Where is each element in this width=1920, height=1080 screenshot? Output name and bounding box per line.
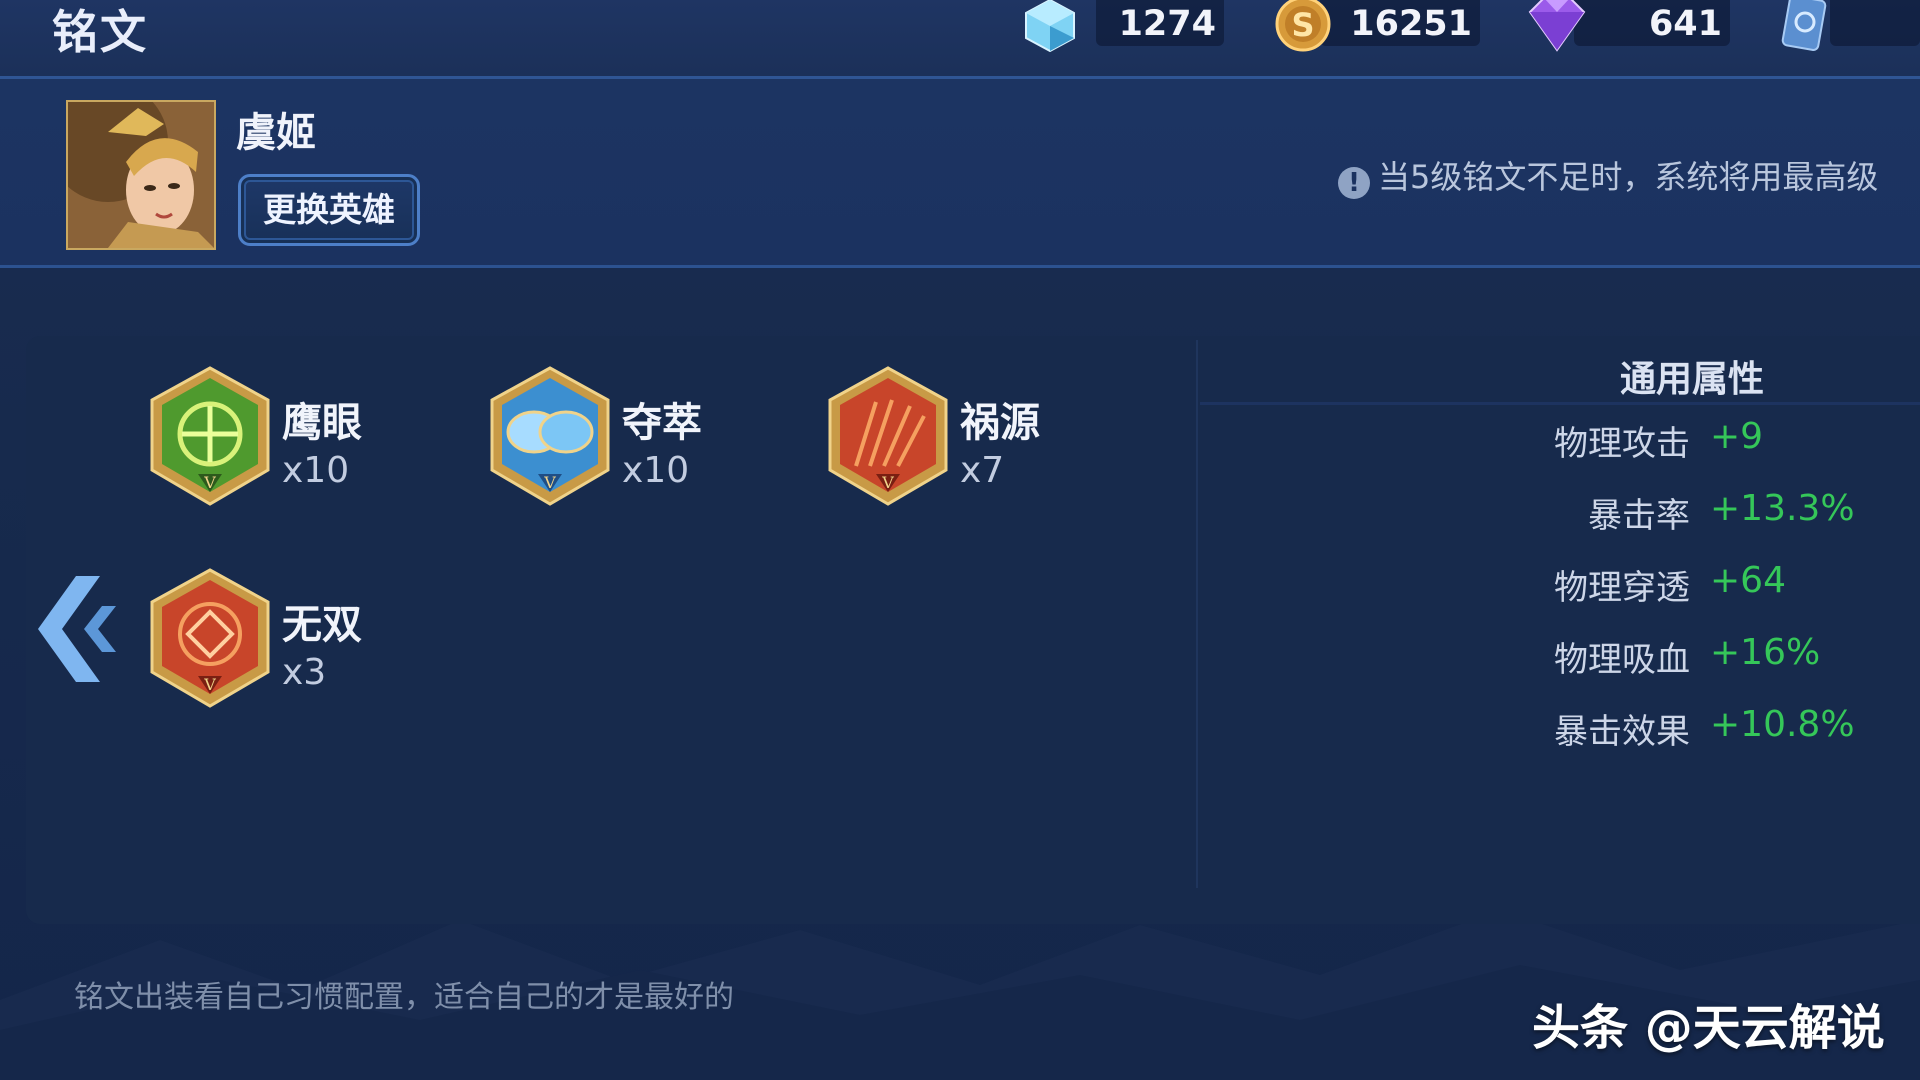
attribute-label: 暴击效果 [1554,712,1690,752]
svg-text:V: V [203,675,216,694]
attribute-value: +64 [1710,560,1786,601]
attribute-row: 物理吸血 +16% [1440,632,1920,682]
svg-text:V: V [881,473,894,492]
attribute-value: +16% [1710,632,1821,673]
rune-item[interactable]: V 无双 x3 [148,568,448,708]
change-hero-button[interactable]: 更换英雄 [238,174,420,246]
currency-crystal-value: 1274 [1118,4,1216,44]
attributes-title-divider [1200,402,1920,405]
info-icon: ! [1338,167,1370,199]
watermark: 头条 @天云解说 [1532,1000,1885,1056]
attribute-label: 物理穿透 [1554,568,1690,608]
attribute-value: +13.3% [1710,488,1855,529]
svg-text:V: V [203,473,216,492]
rune-name: 祸源 [960,400,1040,446]
rune-name: 鹰眼 [282,400,362,446]
top-bar: 铭文 1274 S 16251 641 [0,0,1920,79]
gold-coin-icon: S [1275,0,1331,52]
red-rune-icon: V [828,366,948,506]
rune-count: x10 [622,450,690,491]
currency-gold-value: 16251 [1350,4,1472,44]
rune-count: x3 [282,652,327,693]
purple-gem-icon [1528,0,1586,52]
attribute-row: 物理攻击 +9 [1440,416,1920,466]
currency-gem-value: 641 [1648,4,1722,44]
blue-rune-icon: V [490,366,610,506]
page-title: 铭文 [52,5,148,59]
rune-name: 无双 [282,602,362,648]
green-rune-icon: V [150,366,270,506]
attribute-value: +10.8% [1710,704,1855,745]
attribute-row: 物理穿透 +64 [1440,560,1920,610]
hero-avatar [66,100,216,250]
rune-count: x10 [282,450,350,491]
currency-gold: 16251 [1340,0,1476,48]
hero-name: 虞姬 [236,110,316,156]
notice-text: ! 当5级铭文不足时，系统将用最高级 [1338,152,1878,199]
rune-item[interactable]: V 祸源 x7 [826,366,1126,506]
attributes-title: 通用属性 [1620,359,1765,400]
currency-crystal: 1274 [1100,0,1220,48]
attribute-label: 物理攻击 [1554,424,1690,464]
svg-text:V: V [543,473,556,492]
currency-bg [1830,0,1920,46]
svg-text:S: S [1291,6,1314,44]
rune-count: x7 [960,450,1005,491]
red-rune-icon: V [150,568,270,708]
attribute-row: 暴击率 +13.3% [1440,488,1920,538]
panel-divider [1196,340,1198,888]
currency-gem: 641 [1590,0,1726,48]
attribute-value: +9 [1710,416,1764,457]
rune-item[interactable]: V 鹰眼 x10 [148,366,448,506]
attribute-label: 暴击率 [1588,496,1690,536]
hero-portrait [68,102,214,248]
tip-text: 铭文出装看自己习惯配置，适合自己的才是最好的 [74,980,734,1015]
ticket-card-icon [1781,0,1827,51]
rune-name: 夺萃 [622,400,702,446]
attribute-label: 物理吸血 [1554,640,1690,680]
attribute-row: 暴击效果 +10.8% [1440,704,1920,754]
notice-message: 当5级铭文不足时，系统将用最高级 [1378,158,1879,196]
diamond-crystal-icon [1025,0,1075,52]
rune-item[interactable]: V 夺萃 x10 [488,366,788,506]
back-arrow-icon[interactable] [38,576,122,682]
